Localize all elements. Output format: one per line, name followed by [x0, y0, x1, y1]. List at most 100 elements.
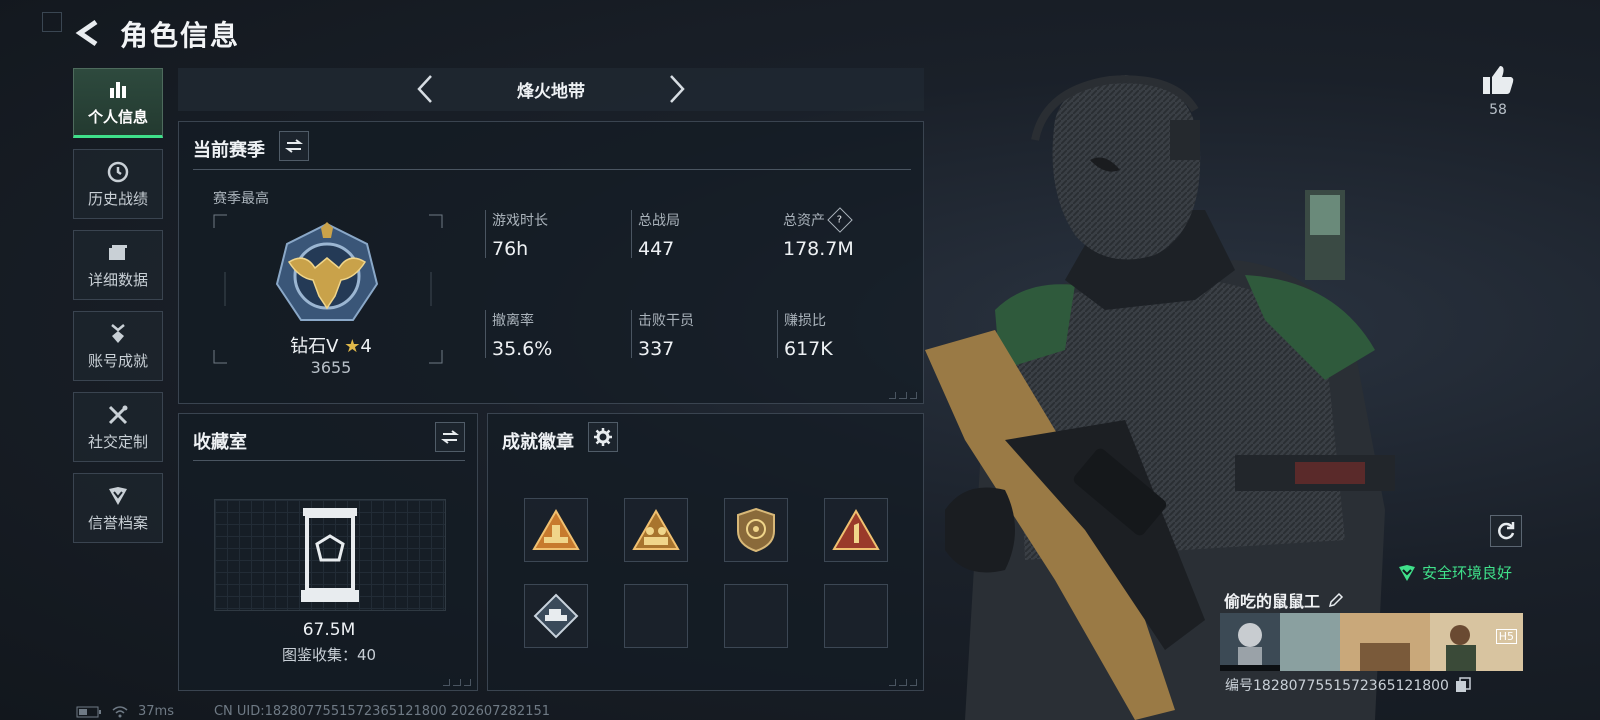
stat-play-time: 游戏时长 76h: [485, 210, 548, 260]
refresh-icon: [1498, 522, 1515, 540]
badge-diamond-vehicle-icon: [533, 593, 579, 639]
side-nav: 个人信息 历史战绩 详细数据 账号成就 社交定制 信誉档案: [73, 68, 165, 554]
collection-title: 收藏室: [193, 432, 247, 453]
player-id: 编号1828077551572365121800: [1225, 678, 1449, 694]
collection-value: 67.5M: [302, 620, 356, 640]
bar-chart-icon: [110, 81, 126, 98]
nav-item-personal-info[interactable]: 个人信息: [73, 68, 163, 138]
nav-item-match-history[interactable]: 历史战绩: [73, 149, 163, 219]
refresh-button[interactable]: [1490, 515, 1522, 547]
badge-triangle-soldiers-icon: [632, 509, 680, 550]
thumbs-up-icon: [1483, 66, 1514, 94]
shield-icon: [109, 486, 127, 505]
season-panel: 当前赛季 赛季最高 钻石V ★4 3655 游戏时长 76h 总战局 447 总…: [178, 121, 924, 404]
medal-icon: [111, 323, 125, 343]
stat-operators-defeated: 击败干员 337: [631, 310, 694, 360]
stat-label: 撤离率: [492, 313, 534, 329]
stat-profit-ratio: 赚损比 617K: [777, 310, 833, 360]
environment-status: 安全环境良好: [1398, 562, 1512, 583]
chevron-left-icon: [417, 75, 432, 103]
banner-image: [1220, 613, 1523, 671]
copy-icon[interactable]: [1455, 677, 1471, 693]
stat-value: 447: [638, 238, 675, 260]
collection-switch-button[interactable]: [435, 422, 465, 452]
collection-display-case: [214, 499, 446, 611]
history-icon: [107, 161, 129, 182]
stat-extraction-rate: 撤离率 35.6%: [485, 310, 553, 360]
nav-item-credit-record[interactable]: 信誉档案: [73, 473, 163, 543]
achievement-badge-empty[interactable]: [724, 584, 788, 648]
player-name: 偷吃的鼠鼠工: [1224, 592, 1321, 611]
season-peak-label: 赛季最高: [213, 191, 269, 207]
stat-value: 178.7M: [783, 238, 854, 260]
nav-item-achievements[interactable]: 账号成就: [73, 311, 163, 381]
stat-label: 游戏时长: [492, 213, 548, 229]
like-count: 58: [1489, 102, 1507, 118]
rank-points: 3655: [310, 358, 352, 377]
achievement-badge[interactable]: [524, 498, 588, 562]
nav-item-label: 详细数据: [87, 270, 148, 289]
nav-item-label: 社交定制: [87, 432, 148, 451]
stat-value: 76h: [492, 238, 529, 260]
badge-shield-icon: [737, 507, 775, 553]
divider: [193, 460, 465, 461]
achievement-badge[interactable]: [524, 584, 588, 648]
nav-item-social-custom[interactable]: 社交定制: [73, 392, 163, 462]
achievement-badge[interactable]: [624, 498, 688, 562]
season-title: 当前赛季: [193, 140, 265, 161]
stat-total-assets: 总资产 ? 178.7M: [777, 207, 854, 260]
mode-title: 烽火地带: [517, 82, 585, 102]
back-button[interactable]: [72, 16, 106, 50]
rank-stars: 4: [360, 336, 372, 357]
wifi-icon: [112, 705, 128, 717]
mode-selector: 烽火地带: [178, 68, 924, 111]
banner-tag: H5: [1495, 629, 1517, 644]
panel-corner-decoration: [443, 679, 471, 686]
folder-icon: [109, 244, 127, 260]
stat-value: 35.6%: [492, 338, 553, 360]
gear-icon: [594, 428, 612, 446]
environment-status-text: 安全环境良好: [1422, 564, 1513, 582]
like-button[interactable]: 58: [1475, 64, 1521, 118]
stat-value: 617K: [784, 338, 833, 360]
rank-diamond-badge-icon: [275, 222, 379, 321]
display-case-icon: [301, 508, 359, 602]
chevron-right-icon: [670, 75, 685, 103]
achievement-badge-empty[interactable]: [624, 584, 688, 648]
achievements-settings-button[interactable]: [588, 422, 618, 452]
mode-prev-button[interactable]: [410, 74, 440, 104]
rank-name: 钻石V ★4: [279, 332, 383, 358]
season-switch-button[interactable]: [279, 131, 309, 161]
edit-icon[interactable]: [1328, 592, 1344, 608]
nav-item-detailed-data[interactable]: 详细数据: [73, 230, 163, 300]
collection-panel[interactable]: 收藏室 67.5M 图鉴收集：40: [178, 413, 478, 691]
nav-item-label: 信誉档案: [87, 513, 148, 532]
achievement-badge[interactable]: [724, 498, 788, 562]
rank-name-text: 钻石V: [290, 336, 339, 357]
player-banner[interactable]: H5: [1220, 613, 1523, 671]
back-arrow-icon: [75, 19, 98, 47]
star-icon: ★: [344, 336, 361, 357]
nav-item-label: 历史战绩: [87, 189, 148, 208]
achievement-badge-empty[interactable]: [824, 584, 888, 648]
stat-label: 击败干员: [638, 313, 694, 329]
stat-label: 总战局: [638, 213, 680, 229]
help-icon[interactable]: ?: [827, 207, 853, 233]
badge-triangle-bars-icon: [532, 509, 580, 550]
ping-text: 37ms: [138, 704, 174, 719]
stat-label: 总资产: [783, 213, 825, 229]
badge-triangle-one-icon: [832, 509, 880, 550]
mode-next-button[interactable]: [662, 74, 692, 104]
shield-check-icon: [1399, 564, 1415, 581]
corner-decoration: [42, 12, 62, 32]
swap-icon: [441, 430, 459, 444]
status-bar: 37ms CN UID:1828077551572365121800 20260…: [76, 704, 550, 719]
achievement-badge[interactable]: [824, 498, 888, 562]
page-title: 角色信息: [120, 19, 241, 52]
nav-item-label: 个人信息: [87, 107, 148, 126]
player-name-row: 偷吃的鼠鼠工: [1224, 588, 1344, 612]
stat-value: 337: [638, 338, 675, 360]
stat-total-matches: 总战局 447: [631, 210, 680, 260]
stat-label: 赚损比: [784, 313, 826, 329]
uid-text: CN UID:1828077551572365121800 2026072821…: [213, 704, 551, 719]
